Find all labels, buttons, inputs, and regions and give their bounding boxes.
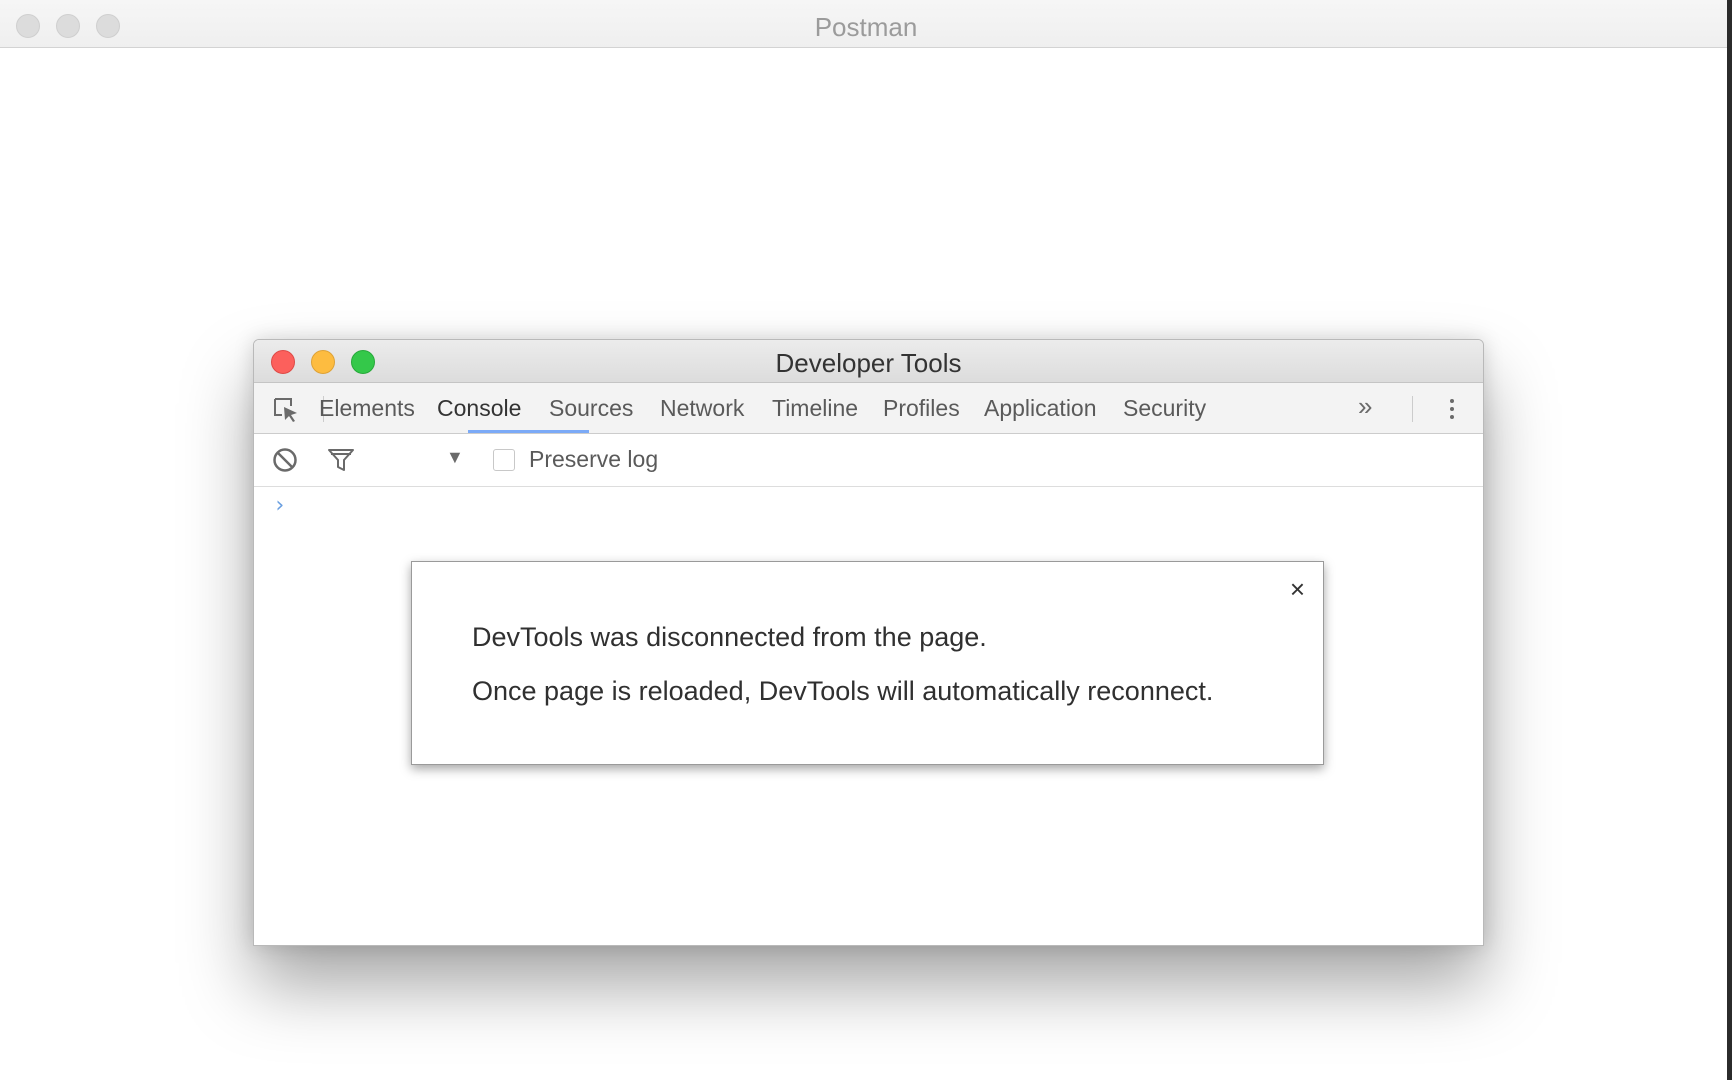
preserve-log-label[interactable]: Preserve log	[529, 446, 658, 473]
tab-application[interactable]: Application	[984, 395, 1097, 422]
tab-timeline[interactable]: Timeline	[772, 395, 858, 422]
log-level-dropdown[interactable]: ▼	[446, 447, 464, 468]
dialog-message-line1: DevTools was disconnected from the page.	[472, 622, 987, 652]
postman-window: Postman Developer Tools Elements Console…	[0, 0, 1732, 1080]
console-output[interactable]: › × DevTools was disconnected from the p…	[254, 487, 1483, 945]
console-toolbar: ▼ Preserve log	[254, 434, 1483, 487]
tab-sources[interactable]: Sources	[549, 395, 633, 422]
tab-console[interactable]: Console	[437, 395, 521, 422]
devtools-title: Developer Tools	[775, 348, 962, 378]
more-options-icon[interactable]	[1447, 396, 1457, 424]
preserve-log-checkbox[interactable]	[493, 449, 515, 471]
dialog-message-line2: Once page is reloaded, DevTools will aut…	[472, 676, 1214, 706]
postman-titlebar: Postman	[0, 0, 1732, 48]
more-tabs-button[interactable]: »	[1358, 391, 1372, 422]
desktop-edge	[1727, 0, 1732, 1080]
console-prompt[interactable]: ›	[273, 493, 286, 518]
tab-separator	[1412, 396, 1413, 422]
dialog-close-button[interactable]: ×	[1290, 576, 1305, 602]
clear-console-icon[interactable]	[272, 447, 298, 473]
tab-elements[interactable]: Elements	[319, 395, 415, 422]
active-tab-indicator	[468, 430, 589, 433]
tab-network[interactable]: Network	[660, 395, 744, 422]
window-title: Postman	[814, 12, 918, 42]
disconnected-dialog: × DevTools was disconnected from the pag…	[411, 561, 1324, 765]
tab-profiles[interactable]: Profiles	[883, 395, 960, 422]
filter-icon[interactable]	[327, 447, 355, 473]
tab-security[interactable]: Security	[1123, 395, 1206, 422]
devtools-window: Developer Tools Elements Console Sources…	[253, 339, 1484, 946]
devtools-titlebar: Developer Tools	[254, 340, 1483, 383]
devtools-tabbar: Elements Console Sources Network Timelin…	[254, 383, 1483, 434]
inspect-element-icon[interactable]	[272, 396, 300, 424]
